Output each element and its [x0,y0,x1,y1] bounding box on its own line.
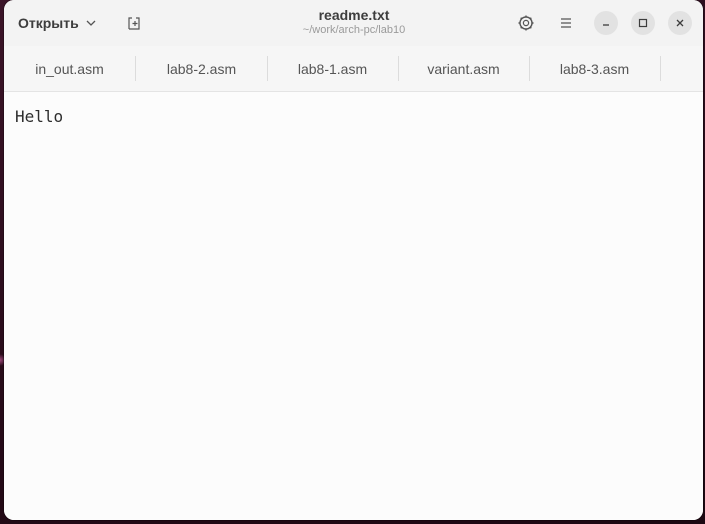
tab-label: in_out.asm [35,60,104,77]
close-button[interactable] [668,11,692,35]
document-path: ~/work/arch-pc/lab10 [302,24,406,36]
tab-label: variant.asm [427,60,500,77]
tab-label: lab8-2.asm [166,60,237,77]
tab-lab8-3-asm[interactable]: lab8-3.asm [529,46,660,91]
close-icon [676,19,684,27]
menu-icon [561,18,571,28]
tab-in-out-asm[interactable]: in_out.asm [4,46,135,91]
settings-button[interactable] [512,9,540,37]
chevron-down-icon [86,20,96,26]
minimize-icon [603,24,609,26]
new-tab-button[interactable] [120,9,148,37]
minimize-button[interactable] [594,11,618,35]
open-button[interactable]: Открыть [10,9,105,37]
maximize-icon [638,18,648,28]
menu-button[interactable] [552,9,580,37]
text-editor-window: Открыть readme.txt ~/work/arch-pc/lab10 [4,0,703,520]
tab-separator [660,56,661,81]
tab-lab8-2-asm[interactable]: lab8-2.asm [136,46,267,91]
editor-content: Hello [15,107,64,126]
document-title: readme.txt [318,7,390,23]
header-bar: Открыть readme.txt ~/work/arch-pc/lab10 [4,0,703,46]
tab-variant-asm[interactable]: variant.asm [398,46,529,91]
title-block: readme.txt ~/work/arch-pc/lab10 [204,6,504,37]
text-editor-area[interactable]: Hello [4,92,703,520]
tab-label: lab8-3.asm [559,60,630,77]
open-button-label: Открыть [18,15,79,31]
tab-bar: in_out.asm lab8-2.asm lab8-1.asm variant… [4,46,703,92]
settings-icon [518,15,534,31]
tab-label: lab8-1.asm [297,60,368,77]
new-tab-icon [128,17,140,30]
tab-lab8-1-asm[interactable]: lab8-1.asm [267,46,398,91]
maximize-button[interactable] [631,11,655,35]
